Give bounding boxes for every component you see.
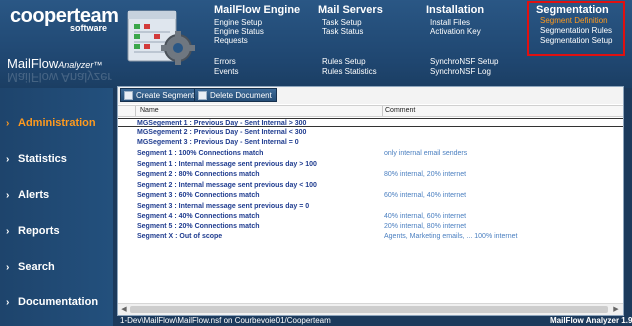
- row-name: Segment 3 : Internal message sent previo…: [137, 203, 310, 210]
- table-row[interactable]: Segment 2 : 80% Connections match 80% int…: [118, 170, 623, 179]
- header-bar: cooperteam software MailFlowAnalyzer™ Ma…: [0, 0, 632, 88]
- column-separator: [135, 106, 136, 116]
- table-row[interactable]: Segment 1 : Internal message sent previo…: [118, 160, 623, 169]
- row-name: Segment 2 : Internal message sent previo…: [137, 182, 317, 189]
- product-name-sub: Analyzer™: [58, 60, 103, 70]
- company-logo-subtitle: software: [70, 23, 108, 33]
- row-comment: 60% internal, 40% internet: [384, 192, 467, 199]
- row-name: MGSegement 2 : Previous Day - Sent Inter…: [137, 129, 307, 136]
- row-name: Segment 3 : 60% Connections match: [137, 192, 260, 199]
- nav-item-reports[interactable]: › Reports: [0, 216, 113, 246]
- row-name: Segment X : Out of scope: [137, 233, 223, 240]
- menu-item-segmentation-setup[interactable]: Segmentation Setup: [540, 36, 613, 46]
- menu-title-mailflow-engine: MailFlow Engine: [214, 4, 301, 16]
- new-document-icon: [124, 91, 133, 100]
- column-header-name[interactable]: Name: [140, 106, 159, 116]
- nav-item-statistics[interactable]: › Statistics: [0, 144, 113, 174]
- menu-item-segment-definition[interactable]: Segment Definition: [540, 16, 608, 26]
- nav-item-label: Search: [18, 261, 55, 273]
- menu-installation: Installation: [426, 4, 484, 18]
- nav-item-administration[interactable]: › Administration: [0, 108, 113, 138]
- row-name: Segment 4 : 40% Connections match: [137, 213, 260, 220]
- create-segment-label: Create Segment: [136, 91, 195, 100]
- nav-item-search[interactable]: › Search: [0, 252, 113, 282]
- menu-item-segmentation-rules[interactable]: Segmentation Rules: [540, 26, 612, 36]
- product-name-reflection: MailFlow Analyzer: [7, 70, 112, 85]
- row-name: MGSegement 1 : Previous Day - Sent Inter…: [137, 120, 307, 127]
- menu-item-synchronsf-setup[interactable]: SynchroNSF Setup: [430, 57, 498, 67]
- menu-item-rules-setup[interactable]: Rules Setup: [322, 57, 366, 67]
- menu-item-errors[interactable]: Errors: [214, 57, 236, 67]
- menu-title-installation: Installation: [426, 4, 485, 16]
- chevron-right-icon: ›: [6, 297, 10, 308]
- menu-item-synchronsf-log[interactable]: SynchroNSF Log: [430, 67, 491, 77]
- nav-item-alerts[interactable]: › Alerts: [0, 180, 113, 210]
- status-database-path: 1-Dev\MailFlow\MailFlow.nsf on Courbevoi…: [120, 316, 331, 325]
- menu-item-requests[interactable]: Requests: [214, 36, 248, 46]
- menu-mailflow-engine: MailFlow Engine: [214, 4, 300, 18]
- status-version: MailFlow Analyzer 1.9: [550, 316, 632, 325]
- column-header-comment[interactable]: Comment: [385, 106, 415, 116]
- table-row[interactable]: Segment 5 : 20% Connections match 20% int…: [118, 222, 623, 231]
- scroll-right-icon[interactable]: ▶: [611, 305, 621, 314]
- table-row[interactable]: Segment 3 : 60% Connections match 60% int…: [118, 191, 623, 200]
- row-name: Segment 1 : Internal message sent previo…: [137, 161, 317, 168]
- left-nav: › Administration › Statistics › Alerts › Rep…: [0, 88, 113, 326]
- table-row[interactable]: Segment 3 : Internal message sent previo…: [118, 202, 623, 211]
- table-row[interactable]: Segment 4 : 40% Connections match 40% int…: [118, 212, 623, 221]
- table-row[interactable]: MGSegement 1 : Previous Day - Sent Inter…: [118, 118, 623, 127]
- row-comment: Agents, Marketing emails, ... 100% inter…: [384, 233, 518, 240]
- chevron-right-icon: ›: [6, 118, 10, 129]
- nav-item-label: Documentation: [18, 296, 99, 308]
- delete-document-button[interactable]: Delete Document: [194, 88, 277, 102]
- row-comment: 80% internal, 20% internet: [384, 171, 467, 178]
- table-row[interactable]: MGSegement 3 : Previous Day - Sent Inter…: [118, 138, 623, 147]
- table-row[interactable]: MGSegement 2 : Previous Day - Sent Inter…: [118, 128, 623, 137]
- chevron-right-icon: ›: [6, 154, 10, 165]
- table-header: Name Comment: [118, 105, 623, 117]
- create-segment-button[interactable]: Create Segment: [120, 88, 200, 102]
- nav-item-label: Statistics: [18, 153, 67, 165]
- menu-title-segmentation: Segmentation: [536, 4, 609, 16]
- product-name-main: MailFlow: [7, 56, 59, 71]
- chevron-right-icon: ›: [6, 226, 10, 237]
- nav-item-label: Reports: [18, 225, 60, 237]
- row-comment: only internal email senders: [384, 150, 468, 157]
- row-name: Segment 1 : 100% Connections match: [137, 150, 264, 157]
- menu-item-activation-key[interactable]: Activation Key: [430, 27, 481, 37]
- dashboard-gear-icon: [127, 10, 195, 65]
- chevron-right-icon: ›: [6, 262, 10, 273]
- menu-item-events[interactable]: Events: [214, 67, 238, 77]
- content-panel: Create Segment Delete Document Name Comm…: [117, 86, 624, 316]
- scrollbar-thumb[interactable]: [130, 306, 608, 313]
- nav-item-label: Administration: [18, 117, 96, 129]
- menu-mail-servers: Mail Servers: [318, 4, 383, 18]
- chevron-right-icon: ›: [6, 190, 10, 201]
- nav-item-label: Alerts: [18, 189, 50, 201]
- horizontal-scrollbar[interactable]: ◀ ▶: [118, 303, 623, 315]
- menu-title-mail-servers: Mail Servers: [318, 4, 383, 16]
- row-comment: 20% internal, 80% internet: [384, 223, 467, 230]
- table-row[interactable]: Segment 1 : 100% Connections match only i…: [118, 149, 623, 158]
- scroll-left-icon[interactable]: ◀: [119, 305, 129, 314]
- table-row[interactable]: Segment 2 : Internal message sent previo…: [118, 181, 623, 190]
- row-name: Segment 5 : 20% Connections match: [137, 223, 260, 230]
- menu-item-task-status[interactable]: Task Status: [322, 27, 363, 37]
- row-name: MGSegement 3 : Previous Day - Sent Inter…: [137, 139, 299, 146]
- delete-document-icon: [198, 91, 207, 100]
- row-comment: 40% internal, 60% internet: [384, 213, 467, 220]
- delete-document-label: Delete Document: [210, 91, 272, 100]
- menu-item-rules-statistics[interactable]: Rules Statistics: [322, 67, 377, 77]
- toolbar: Create Segment Delete Document: [118, 87, 623, 104]
- row-name: Segment 2 : 80% Connections match: [137, 171, 260, 178]
- column-separator: [382, 106, 383, 116]
- nav-item-documentation[interactable]: › Documentation: [0, 287, 113, 317]
- table-row[interactable]: Segment X : Out of scope Agents, Marketin…: [118, 232, 623, 241]
